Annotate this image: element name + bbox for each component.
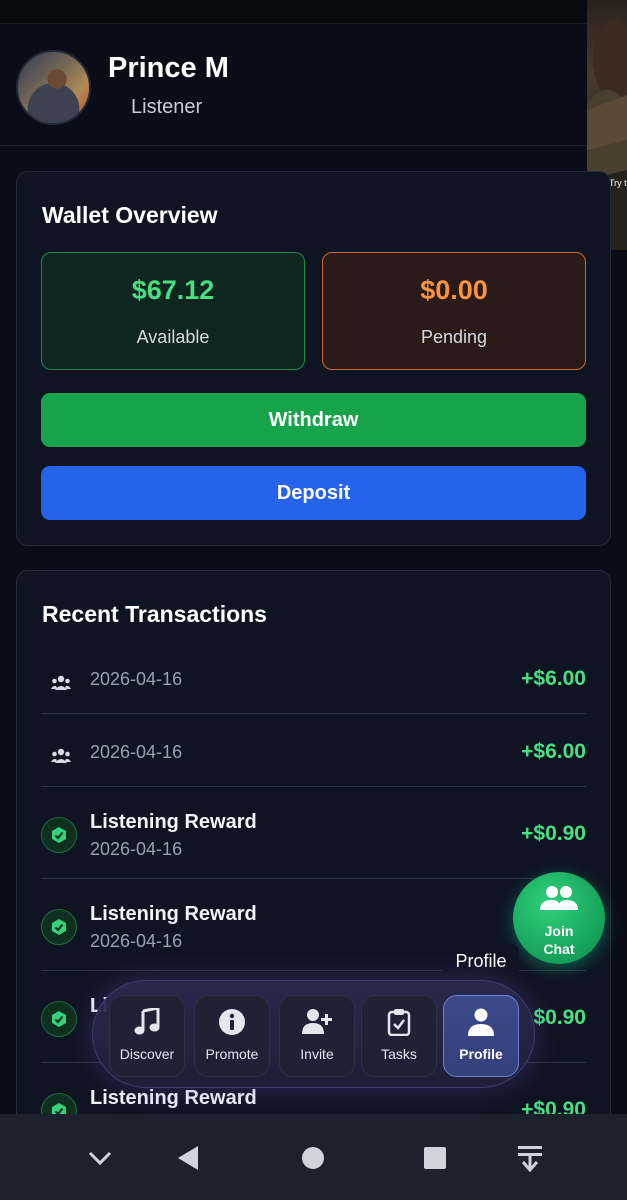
wallet-card: Wallet Overview $67.12 Available $0.00 P… bbox=[16, 171, 611, 546]
join-chat-label-line1: Join bbox=[544, 923, 574, 939]
pending-label: Pending bbox=[420, 327, 488, 347]
nav-label-discover: Discover bbox=[119, 1046, 175, 1062]
join-chat-button[interactable]: Join Chat bbox=[513, 872, 605, 964]
listening-reward-icon bbox=[41, 817, 77, 853]
music-note-icon bbox=[110, 1008, 184, 1038]
info-icon bbox=[195, 1008, 269, 1038]
transaction-row[interactable]: 2026-04-16 +$6.00 bbox=[41, 714, 586, 787]
referral-users-icon bbox=[46, 741, 76, 771]
transaction-title: Listening Reward bbox=[90, 903, 257, 925]
nav-item-promote[interactable]: Promote bbox=[194, 995, 270, 1077]
video-caption: Try t bbox=[609, 178, 627, 188]
clipboard-check-icon bbox=[362, 1008, 436, 1038]
referral-users-icon bbox=[46, 668, 76, 698]
group-chat-icon bbox=[539, 884, 579, 919]
nav-item-invite[interactable]: Invite bbox=[279, 995, 355, 1077]
pending-value: $0.00 bbox=[420, 275, 488, 305]
status-strip bbox=[0, 0, 627, 24]
deposit-button[interactable]: Deposit bbox=[41, 466, 586, 520]
transaction-amount: +$6.00 bbox=[521, 667, 586, 690]
nav-item-tasks[interactable]: Tasks bbox=[361, 995, 437, 1077]
bottom-nav: Discover Promote Invite Tasks Profile bbox=[92, 980, 535, 1088]
home-icon[interactable] bbox=[297, 1142, 329, 1174]
available-balance-box: $67.12 Available bbox=[41, 252, 305, 370]
back-icon[interactable] bbox=[172, 1142, 204, 1174]
transactions-card: Recent Transactions 2026-04-16 +$6.00 20… bbox=[16, 570, 611, 1200]
notification-drawer-icon[interactable] bbox=[514, 1142, 546, 1174]
transaction-date: 2026-04-16 bbox=[90, 669, 183, 689]
listening-reward-icon bbox=[41, 909, 77, 945]
transaction-amount: $0.90 bbox=[533, 1006, 586, 1029]
nav-label-profile: Profile bbox=[459, 1046, 503, 1062]
join-chat-label: Join Chat bbox=[513, 922, 605, 958]
transaction-title: Listening Reward bbox=[90, 811, 257, 833]
transaction-row[interactable]: Listening Reward 2026-04-16 +$0.90 bbox=[41, 787, 586, 879]
transaction-amount: +$6.00 bbox=[521, 740, 586, 763]
withdraw-button[interactable]: Withdraw bbox=[41, 393, 586, 447]
transactions-title: Recent Transactions bbox=[42, 601, 267, 627]
wallet-title: Wallet Overview bbox=[42, 202, 218, 228]
transaction-row[interactable]: 2026-04-16 +$6.00 bbox=[41, 641, 586, 714]
recents-icon[interactable] bbox=[419, 1142, 451, 1174]
user-icon bbox=[444, 1008, 518, 1038]
nav-label-tasks: Tasks bbox=[381, 1046, 417, 1062]
profile-header: Prince M Listener bbox=[0, 24, 627, 146]
join-chat-label-line2: Chat bbox=[543, 941, 575, 957]
transaction-date: 2026-04-16 bbox=[90, 931, 183, 951]
system-nav-bar bbox=[0, 1114, 627, 1200]
nav-item-discover[interactable]: Discover bbox=[109, 995, 185, 1077]
transaction-amount: +$0.90 bbox=[521, 822, 586, 845]
profile-tooltip: Profile bbox=[443, 944, 519, 978]
profile-name: Prince M bbox=[108, 52, 229, 84]
listening-reward-icon bbox=[41, 1001, 77, 1037]
chevron-down-icon[interactable] bbox=[84, 1142, 116, 1174]
pending-balance-box: $0.00 Pending bbox=[322, 252, 586, 370]
nav-label-promote: Promote bbox=[205, 1046, 259, 1062]
nav-item-profile[interactable]: Profile bbox=[443, 995, 519, 1077]
profile-role: Listener bbox=[131, 96, 203, 118]
avatar[interactable] bbox=[16, 50, 91, 125]
add-user-icon bbox=[280, 1008, 354, 1038]
transaction-date: 2026-04-16 bbox=[90, 742, 183, 762]
transaction-title: Listening Reward bbox=[90, 1087, 257, 1109]
transaction-date: 2026-04-16 bbox=[90, 839, 183, 859]
available-label: Available bbox=[136, 327, 210, 347]
nav-label-invite: Invite bbox=[300, 1046, 334, 1062]
available-value: $67.12 bbox=[131, 275, 215, 305]
app-screen: Prince M Listener Try t Wallet Overview … bbox=[0, 0, 627, 1200]
